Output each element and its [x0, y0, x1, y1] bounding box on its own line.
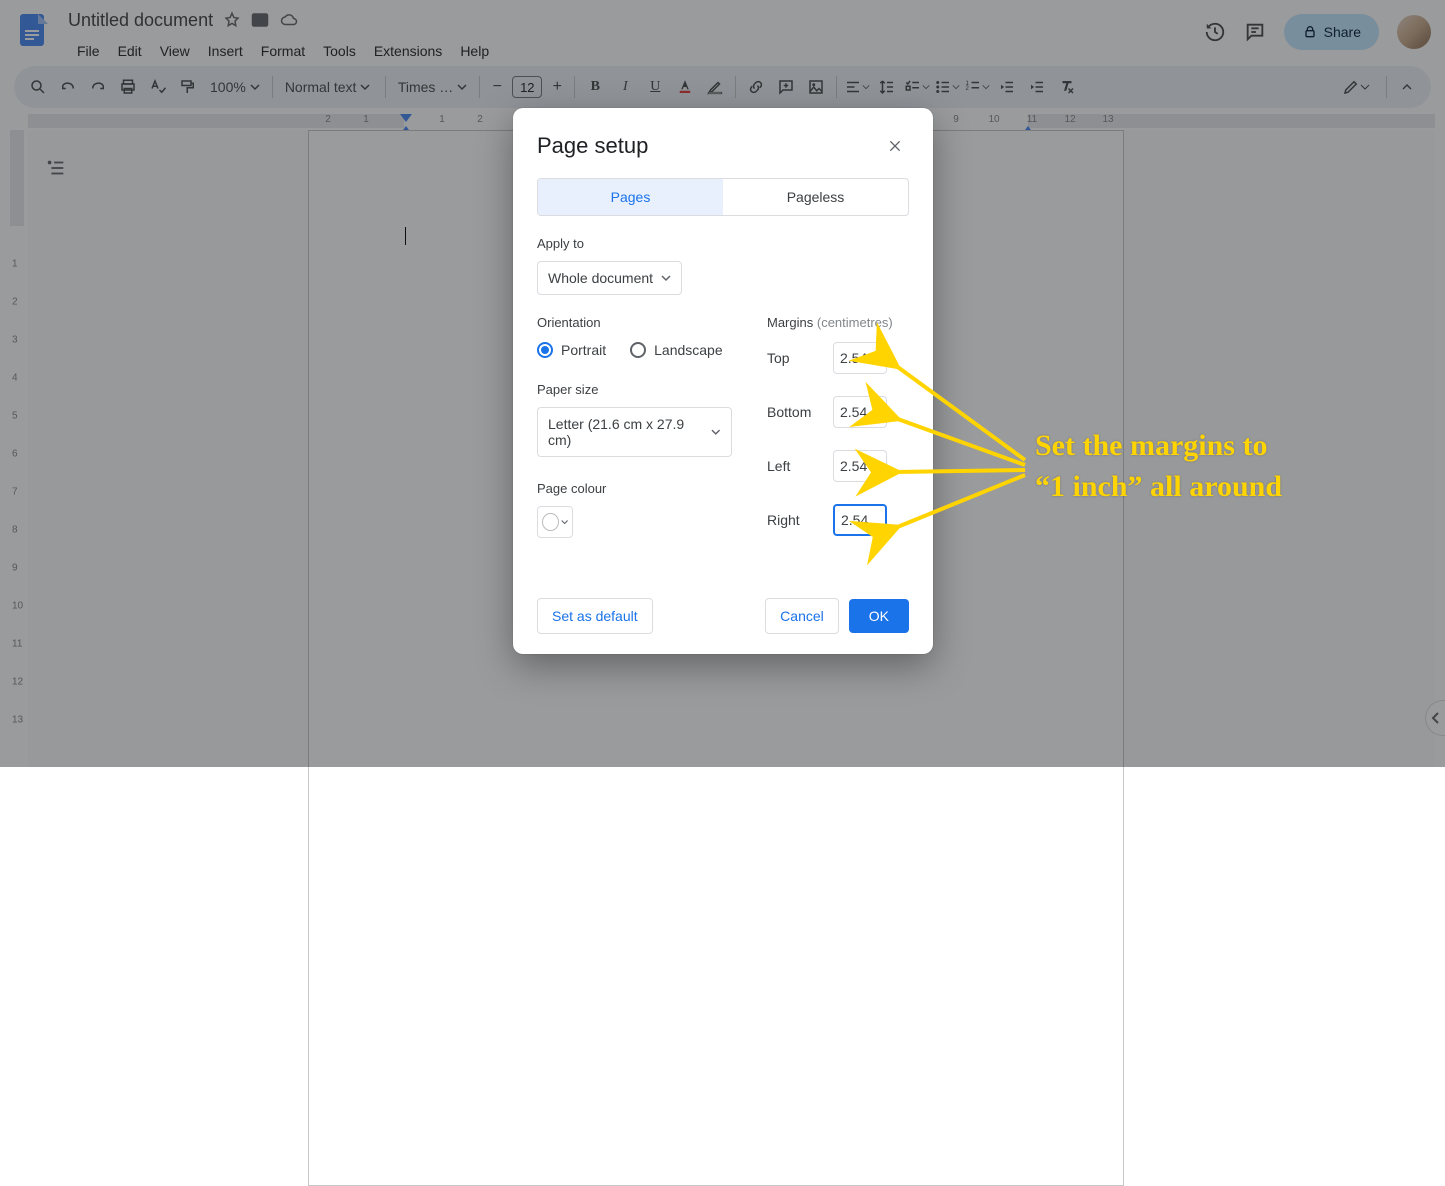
margin-right-label: Right — [767, 512, 823, 528]
margins-label-text: Margins — [767, 315, 813, 330]
cancel-button[interactable]: Cancel — [765, 598, 839, 634]
margin-left-label: Left — [767, 458, 823, 474]
paper-size-label: Paper size — [537, 382, 737, 397]
orientation-landscape-radio[interactable]: Landscape — [630, 342, 723, 358]
close-icon[interactable] — [881, 132, 909, 160]
paper-size-select[interactable]: Letter (21.6 cm x 27.9 cm) — [537, 407, 732, 457]
margin-bottom-input[interactable] — [833, 396, 887, 428]
margins-label: Margins (centimetres) — [767, 315, 909, 330]
margins-unit: (centimetres) — [817, 315, 893, 330]
radio-icon — [537, 342, 553, 358]
tab-pageless[interactable]: Pageless — [723, 179, 908, 215]
annotation-line: “1 inch” all around — [1035, 467, 1282, 508]
orientation-label: Orientation — [537, 315, 737, 330]
ok-button[interactable]: OK — [849, 599, 909, 633]
page-colour-swatch-icon — [542, 513, 559, 531]
tab-pages[interactable]: Pages — [538, 179, 723, 215]
annotation-line: Set the margins to — [1035, 426, 1282, 467]
annotation-text: Set the margins to “1 inch” all around — [1035, 426, 1282, 507]
apply-to-value: Whole document — [548, 270, 653, 286]
orientation-portrait-radio[interactable]: Portrait — [537, 342, 606, 358]
apply-to-select[interactable]: Whole document — [537, 261, 682, 295]
set-default-button[interactable]: Set as default — [537, 598, 653, 634]
orientation-landscape-label: Landscape — [654, 342, 723, 358]
margin-left-input[interactable] — [833, 450, 887, 482]
radio-icon — [630, 342, 646, 358]
paper-size-value: Letter (21.6 cm x 27.9 cm) — [548, 416, 703, 448]
margin-bottom-label: Bottom — [767, 404, 823, 420]
orientation-portrait-label: Portrait — [561, 342, 606, 358]
dialog-title: Page setup — [537, 133, 648, 159]
margin-top-input[interactable] — [833, 342, 887, 374]
page-mode-tabs: Pages Pageless — [537, 178, 909, 216]
margin-top-label: Top — [767, 350, 823, 366]
apply-to-label: Apply to — [537, 236, 909, 251]
page-colour-select[interactable] — [537, 506, 573, 538]
margin-right-input[interactable] — [833, 504, 887, 536]
page-colour-label: Page colour — [537, 481, 737, 496]
page-setup-dialog: Page setup Pages Pageless Apply to Whole… — [513, 108, 933, 654]
